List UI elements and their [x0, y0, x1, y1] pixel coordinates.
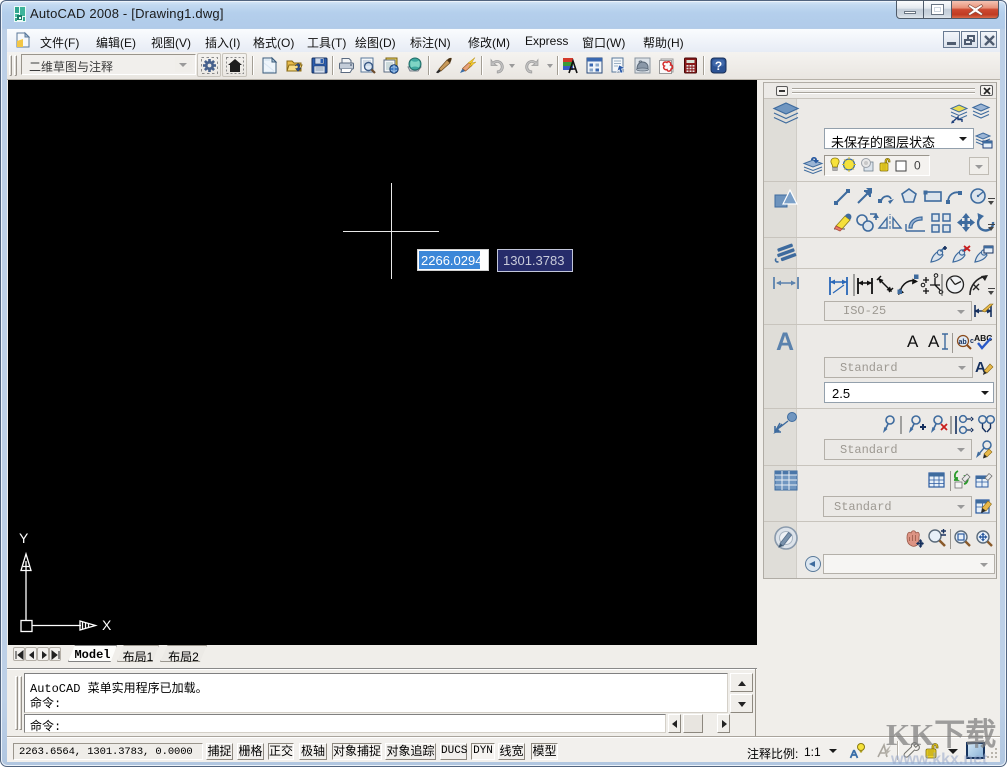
svg-text:?: ? [715, 59, 722, 73]
svg-text:0: 0 [914, 159, 921, 173]
svg-text:ab: ab [959, 339, 967, 346]
